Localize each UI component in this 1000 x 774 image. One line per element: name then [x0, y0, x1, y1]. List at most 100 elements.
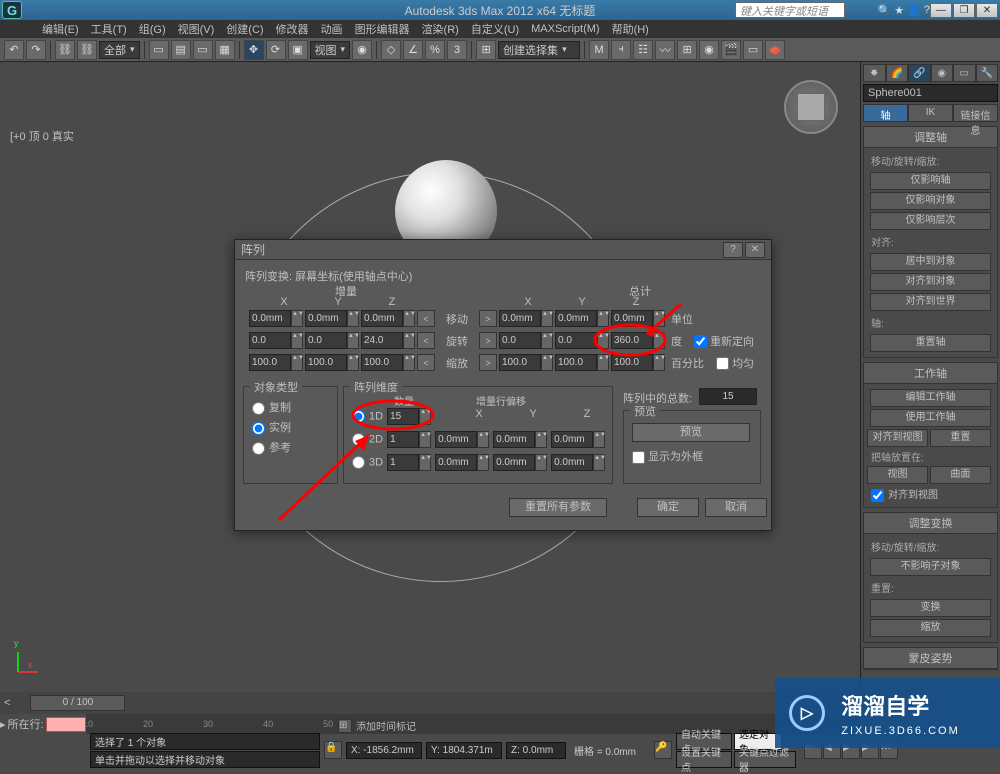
align-to-object-button[interactable]: 对齐到对象	[870, 273, 992, 291]
tab-utilities[interactable]: 🔧	[976, 64, 999, 82]
select-name-icon[interactable]: ▤	[171, 40, 191, 60]
tab-motion[interactable]: ◉	[931, 64, 954, 82]
move-left-button[interactable]: <	[417, 310, 435, 327]
copy-radio[interactable]: 复制	[252, 397, 329, 417]
inc-rot-y[interactable]: ▲▼	[305, 332, 359, 349]
angle-snap-icon[interactable]: ∠	[403, 40, 423, 60]
viewport-label[interactable]: [+0 顶 0 真实	[10, 128, 74, 144]
coord-z[interactable]: Z: 0.0mm	[506, 742, 566, 759]
menu-views[interactable]: 视图(V)	[172, 19, 221, 39]
align-to-world-button[interactable]: 对齐到世界	[870, 293, 992, 311]
view-button[interactable]: 视图	[867, 466, 928, 484]
tot-rot-y[interactable]: ▲▼	[555, 332, 609, 349]
menu-rendering[interactable]: 渲染(R)	[416, 19, 465, 39]
render-icon[interactable]: 🫖	[765, 40, 785, 60]
dialog-help-button[interactable]: ?	[723, 242, 743, 258]
window-crossing-icon[interactable]: ▦	[215, 40, 235, 60]
layer-icon[interactable]: ☷	[633, 40, 653, 60]
rollout-header[interactable]: 工作轴	[864, 363, 997, 384]
affect-hierarchy-button[interactable]: 仅影响层次	[870, 212, 992, 230]
named-selection[interactable]: 创建选择集	[498, 41, 580, 59]
inc-move-x[interactable]: ▲▼	[249, 310, 303, 327]
menu-help[interactable]: 帮助(H)	[606, 19, 655, 39]
trackbar[interactable]: 01020304050	[0, 714, 860, 734]
rotate-icon[interactable]: ⟳	[266, 40, 286, 60]
prompt-input[interactable]	[46, 717, 86, 732]
tot-scale-y[interactable]: ▲▼	[555, 354, 609, 371]
inc-rot-x[interactable]: ▲▼	[249, 332, 303, 349]
2d-x-spinner[interactable]: ▲▼	[435, 431, 489, 448]
add-time-tag-label[interactable]: 添加时间标记	[356, 718, 416, 733]
rot-left-button[interactable]: <	[417, 332, 435, 349]
tot-rot-x[interactable]: ▲▼	[499, 332, 553, 349]
rollout-header[interactable]: 调整变换	[864, 513, 997, 534]
percent-snap-icon[interactable]: %	[425, 40, 445, 60]
3d-radio[interactable]: 3D	[352, 454, 383, 471]
tot-move-z[interactable]: ▲▼	[611, 310, 665, 327]
transform-button[interactable]: 变换	[870, 599, 992, 617]
instance-radio[interactable]: 实例	[252, 417, 329, 437]
reset-button[interactable]: 重置	[930, 429, 991, 447]
rendered-frame-icon[interactable]: ▭	[743, 40, 763, 60]
schematic-icon[interactable]: ⊞	[677, 40, 697, 60]
edit-wp-button[interactable]: 编辑工作轴	[870, 389, 992, 407]
tot-scale-x[interactable]: ▲▼	[499, 354, 553, 371]
select-region-icon[interactable]: ▭	[193, 40, 213, 60]
tot-scale-z[interactable]: ▲▼	[611, 354, 665, 371]
preview-button[interactable]: 预览	[632, 423, 750, 442]
inc-move-y[interactable]: ▲▼	[305, 310, 359, 327]
help-icon[interactable]: 🔍	[878, 4, 892, 17]
align-icon[interactable]: ⫞	[611, 40, 631, 60]
redo-icon[interactable]: ↷	[26, 40, 46, 60]
subtab-pivot[interactable]: 轴	[863, 104, 908, 122]
2d-radio[interactable]: 2D	[352, 431, 383, 448]
cancel-button[interactable]: 取消	[705, 498, 767, 517]
link-icon[interactable]: ⛓	[55, 40, 75, 60]
menu-animation[interactable]: 动画	[315, 19, 349, 39]
scale-button[interactable]: 缩放	[870, 619, 992, 637]
inc-scale-z[interactable]: ▲▼	[361, 354, 415, 371]
inc-move-z[interactable]: ▲▼	[361, 310, 415, 327]
menu-group[interactable]: 组(G)	[133, 19, 172, 39]
affect-pivot-button[interactable]: 仅影响轴	[870, 172, 992, 190]
reference-radio[interactable]: 参考	[252, 437, 329, 457]
align-view-check[interactable]: 对齐到视图	[867, 484, 994, 504]
3d-y-spinner[interactable]: ▲▼	[493, 454, 547, 471]
1d-count-spinner[interactable]: ▲▼	[387, 408, 431, 425]
move-right-button[interactable]: >	[479, 310, 497, 327]
uniform-check[interactable]: 均匀	[716, 355, 754, 371]
affect-object-button[interactable]: 仅影响对象	[870, 192, 992, 210]
named-sets-icon[interactable]: ⊞	[476, 40, 496, 60]
subtab-ik[interactable]: IK	[908, 104, 953, 122]
menu-customize[interactable]: 自定义(U)	[465, 19, 525, 39]
inc-scale-y[interactable]: ▲▼	[305, 354, 359, 371]
mirror-icon[interactable]: M	[589, 40, 609, 60]
dont-affect-children-button[interactable]: 不影响子对象	[870, 558, 992, 576]
render-setup-icon[interactable]: 🎬	[721, 40, 741, 60]
close-button[interactable]: ✕	[976, 3, 998, 18]
2d-z-spinner[interactable]: ▲▼	[551, 431, 605, 448]
inc-rot-z[interactable]: ▲▼	[361, 332, 415, 349]
signin-icon[interactable]: 👤	[907, 4, 921, 17]
object-name-field[interactable]: Sphere001	[863, 84, 998, 102]
1d-radio[interactable]: 1D	[352, 408, 383, 425]
inc-scale-x[interactable]: ▲▼	[249, 354, 303, 371]
restore-button[interactable]: ❐	[953, 3, 975, 18]
rot-right-button[interactable]: >	[479, 332, 497, 349]
snap-icon[interactable]: ◇	[381, 40, 401, 60]
coord-x[interactable]: X: -1856.2mm	[346, 742, 422, 759]
menu-grapheditors[interactable]: 图形编辑器	[349, 19, 416, 39]
align-view-button[interactable]: 对齐到视图	[867, 429, 928, 447]
3d-count-spinner[interactable]: ▲▼	[387, 454, 431, 471]
setkey-button[interactable]: 设置关键点	[676, 751, 732, 768]
material-editor-icon[interactable]: ◉	[699, 40, 719, 60]
lock-icon[interactable]: 🔒	[324, 741, 342, 759]
ok-button[interactable]: 确定	[637, 498, 699, 517]
tot-move-x[interactable]: ▲▼	[499, 310, 553, 327]
tot-rot-z[interactable]: ▲▼	[611, 332, 665, 349]
key-icon[interactable]: 🔑	[654, 741, 672, 759]
2d-y-spinner[interactable]: ▲▼	[493, 431, 547, 448]
scale-right-button[interactable]: >	[479, 354, 497, 371]
keyfilter-button[interactable]: 关键点过滤器	[734, 751, 796, 768]
star-icon[interactable]: ★	[894, 4, 904, 17]
